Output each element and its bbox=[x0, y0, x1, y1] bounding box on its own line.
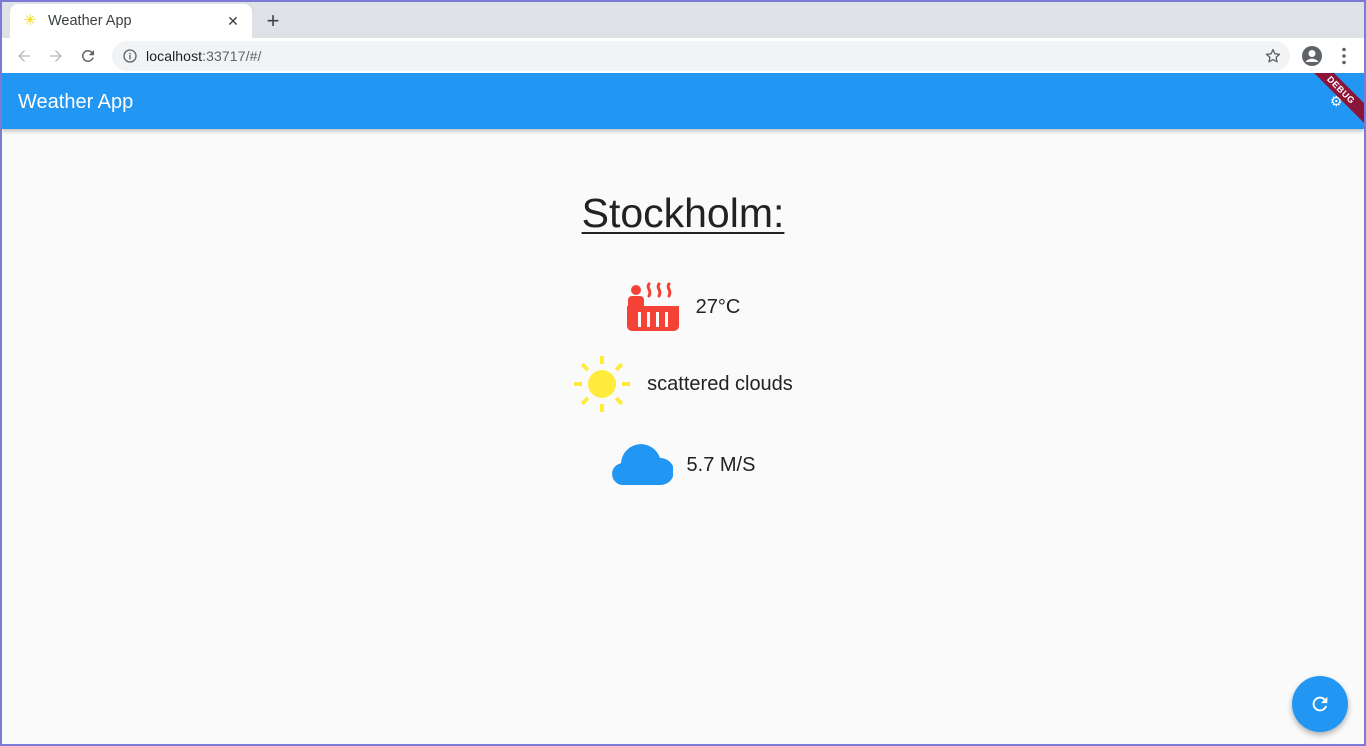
cloud-icon bbox=[611, 444, 673, 485]
city-heading: Stockholm: bbox=[2, 190, 1364, 237]
profile-avatar-icon[interactable] bbox=[1300, 44, 1324, 68]
temperature-value: 27°C bbox=[695, 295, 741, 318]
url-host: localhost bbox=[146, 48, 203, 64]
url-text: localhost:33717/#/ bbox=[146, 48, 261, 64]
wind-speed: 5.7 M/S bbox=[686, 453, 756, 476]
hot-tub-icon bbox=[626, 282, 679, 331]
menu-dots-icon[interactable] bbox=[1332, 44, 1356, 68]
weather-description: scattered clouds bbox=[647, 372, 793, 395]
temperature-row: 27°C bbox=[2, 281, 1364, 333]
browser-toolbar: localhost:33717/#/ bbox=[2, 38, 1364, 73]
refresh-button[interactable] bbox=[1292, 676, 1348, 732]
arrow-right-icon bbox=[50, 50, 62, 62]
reload-icon bbox=[81, 50, 94, 62]
address-bar[interactable]: localhost:33717/#/ bbox=[112, 41, 1290, 71]
close-tab-icon[interactable]: ✕ bbox=[224, 12, 242, 30]
description-row: scattered clouds bbox=[2, 355, 1364, 413]
app-body: Weather App ⚙ DEBUG Stockholm: 27°C scat… bbox=[2, 73, 1364, 744]
back-button[interactable] bbox=[12, 44, 36, 68]
city-name: Stockholm: bbox=[581, 190, 785, 236]
sun-icon bbox=[574, 356, 631, 412]
browser-window: ✳ Weather App ✕ + localhost:33717/#/ Wea… bbox=[0, 0, 1366, 746]
new-tab-button[interactable]: + bbox=[262, 8, 284, 33]
arrow-left-icon bbox=[18, 50, 30, 62]
browser-tab[interactable]: ✳ Weather App ✕ bbox=[10, 4, 252, 38]
app-title: Weather App bbox=[18, 91, 134, 113]
tab-strip: ✳ Weather App ✕ + bbox=[2, 2, 1364, 38]
url-path: :33717/#/ bbox=[202, 48, 262, 64]
tab-title: Weather App bbox=[48, 13, 132, 29]
reload-button[interactable] bbox=[76, 44, 100, 68]
refresh-icon bbox=[1312, 696, 1328, 712]
app-bar: Weather App ⚙ DEBUG bbox=[2, 73, 1364, 129]
bookmark-star-icon[interactable] bbox=[1264, 47, 1282, 65]
info-icon[interactable] bbox=[122, 48, 138, 64]
forward-button[interactable] bbox=[44, 44, 68, 68]
wind-row: 5.7 M/S bbox=[2, 443, 1364, 487]
sun-favicon-icon: ✳ bbox=[23, 12, 37, 29]
